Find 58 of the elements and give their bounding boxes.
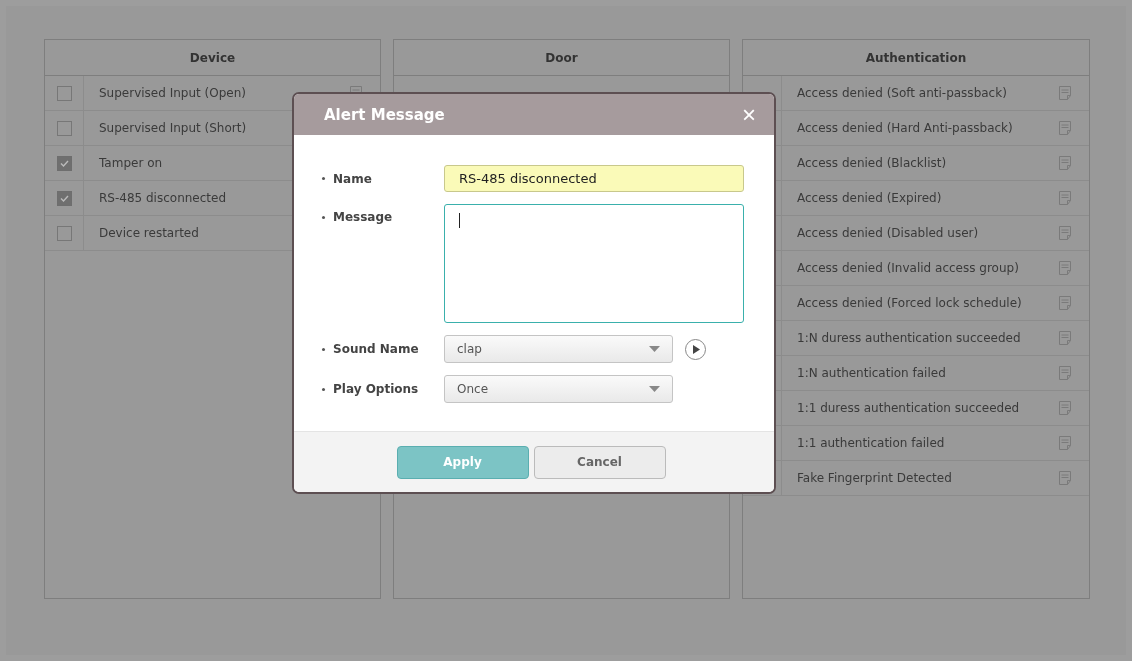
- note-icon[interactable]: [1059, 121, 1071, 135]
- bullet-icon: [322, 387, 325, 391]
- panel-header: Device: [45, 40, 380, 76]
- field-label: Sound Name: [333, 342, 419, 356]
- panel-header: Door: [394, 40, 729, 76]
- field-label: Message: [333, 210, 393, 224]
- event-label: Access denied (Disabled user): [796, 226, 980, 240]
- bullet-icon: [322, 177, 325, 180]
- checkbox[interactable]: [56, 225, 72, 241]
- dropdown[interactable]: Once: [444, 375, 673, 403]
- checkbox[interactable]: [56, 85, 72, 101]
- cancel-button[interactable]: Cancel: [533, 445, 666, 479]
- name-field[interactable]: RS-485 disconnected: [444, 165, 744, 192]
- event-label: Fake Fingerprint Detected: [796, 471, 953, 485]
- event-label: Supervised Input (Short): [98, 121, 248, 135]
- event-label: RS-485 disconnected: [98, 191, 228, 205]
- event-label: Supervised Input (Open): [98, 86, 247, 100]
- message-field[interactable]: [444, 204, 744, 323]
- note-icon[interactable]: [1059, 226, 1071, 240]
- note-icon[interactable]: [1059, 191, 1071, 205]
- event-label: Access denied (Blacklist): [796, 156, 948, 170]
- play-icon: [691, 344, 700, 354]
- dialog-title: Alert Message: [324, 105, 445, 124]
- event-label: Access denied (Soft anti-passback): [796, 86, 1008, 100]
- event-label: Tamper on: [98, 156, 164, 170]
- note-icon[interactable]: [1059, 261, 1071, 275]
- event-label: Device restarted: [98, 226, 200, 240]
- event-label: Access denied (Invalid access group): [796, 261, 1020, 275]
- event-label: Access denied (Expired): [796, 191, 943, 205]
- field-label: Name: [333, 171, 372, 186]
- checkbox[interactable]: [56, 120, 72, 136]
- note-icon[interactable]: [1059, 331, 1071, 345]
- bullet-icon: [322, 347, 325, 351]
- note-icon[interactable]: [1059, 86, 1071, 100]
- event-label: 1:N duress authentication succeeded: [796, 331, 1022, 345]
- note-icon[interactable]: [1059, 156, 1071, 170]
- checkbox[interactable]: [56, 190, 72, 206]
- panel-header: Authentication: [743, 40, 1089, 76]
- caret-icon: [649, 346, 660, 352]
- note-icon[interactable]: [1059, 366, 1071, 380]
- dropdown[interactable]: clap: [444, 335, 673, 363]
- note-icon[interactable]: [1059, 436, 1071, 450]
- event-label: 1:N authentication failed: [796, 366, 947, 380]
- checkbox[interactable]: [56, 155, 72, 171]
- note-icon[interactable]: [1059, 471, 1071, 485]
- text-cursor: [459, 213, 460, 228]
- check-icon: [59, 159, 69, 167]
- event-label: Access denied (Forced lock schedule): [796, 296, 1023, 310]
- event-label: 1:1 authentication failed: [796, 436, 946, 450]
- caret-icon: [649, 386, 660, 392]
- bullet-icon: [322, 215, 325, 219]
- note-icon[interactable]: [1059, 296, 1071, 310]
- field-label: Play Options: [333, 382, 419, 396]
- check-icon: [59, 194, 69, 202]
- event-label: Access denied (Hard Anti-passback): [796, 121, 1014, 135]
- play-button[interactable]: [685, 338, 706, 360]
- event-label: 1:1 duress authentication succeeded: [796, 401, 1021, 415]
- note-icon[interactable]: [1059, 401, 1071, 415]
